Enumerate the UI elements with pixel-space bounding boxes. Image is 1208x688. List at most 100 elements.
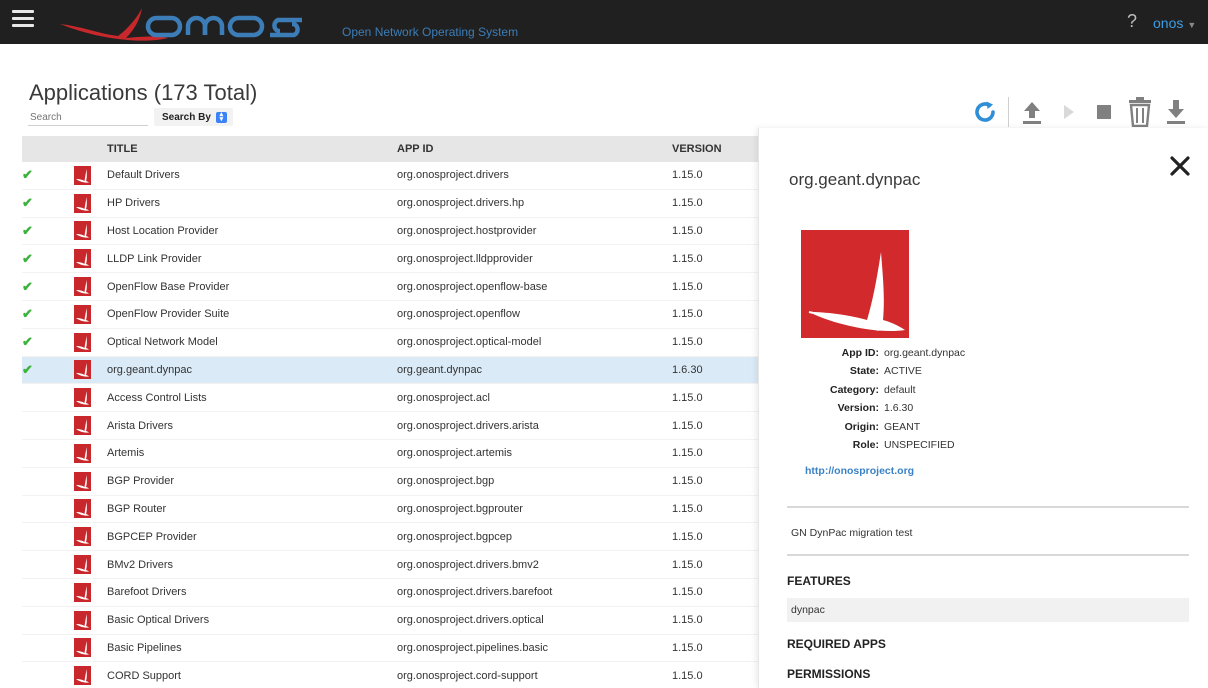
property-row: Role: UNSPECIFIED (789, 436, 965, 454)
chevron-down-icon: ▼ (1187, 20, 1197, 30)
status-cell (22, 550, 64, 579)
app-icon (74, 360, 91, 380)
onos-logo: Open Network Operating System (56, 0, 518, 44)
icon-cell (64, 439, 107, 468)
table-row[interactable]: ✔ OpenFlow Base Provider org.onosproject.o… (22, 272, 760, 301)
check-icon: ✔ (22, 278, 33, 294)
table-row[interactable]: ✔ Host Location Provider org.onosproject.h… (22, 217, 760, 246)
select-arrows-icon: ▴ ▾ (215, 111, 227, 123)
property-row: Version: 1.6.30 (789, 399, 965, 417)
property-value: GEANT (884, 420, 921, 433)
play-icon (1064, 105, 1074, 119)
app-id-cell: org.onosproject.bgp (397, 467, 672, 496)
table-row[interactable]: ✔ OpenFlow Provider Suite org.onosproject.… (22, 300, 760, 329)
status-cell (22, 439, 64, 468)
status-cell (22, 606, 64, 635)
table-row[interactable]: BGP Router org.onosproject.bgprouter 1.15.… (22, 495, 760, 524)
search-by-label: Search By (162, 111, 211, 123)
app-icon (74, 388, 91, 408)
header-app-id[interactable]: APP ID (397, 136, 672, 162)
table-row[interactable]: Arista Drivers org.onosproject.drivers.ar… (22, 411, 760, 440)
refresh-button[interactable] (967, 96, 1003, 128)
check-icon: ✔ (22, 167, 33, 183)
title-cell: Default Drivers (107, 162, 397, 190)
icon-cell (64, 328, 107, 357)
property-value: UNSPECIFIED (884, 439, 955, 452)
property-key: Role: (852, 439, 879, 452)
title-cell: Artemis (107, 439, 397, 468)
app-id-cell: org.onosproject.bgpcep (397, 522, 672, 552)
check-icon: ✔ (22, 306, 33, 322)
table-row[interactable]: ✔ LLDP Link Provider org.onosproject.lldpp… (22, 244, 760, 274)
app-icon (74, 555, 91, 575)
title-cell: LLDP Link Provider (107, 244, 397, 274)
app-url-link[interactable]: http://onosproject.org (805, 465, 914, 477)
table-row[interactable]: BMv2 Drivers org.onosproject.drivers.bmv2… (22, 550, 760, 579)
table-row[interactable]: BGPCEP Provider org.onosproject.bgpcep 1.1… (22, 522, 760, 552)
version-cell: 1.15.0 (672, 300, 760, 329)
icon-cell (64, 634, 107, 663)
header-status (22, 136, 64, 162)
header-title[interactable]: TITLE (107, 136, 397, 162)
table-row[interactable]: Basic Pipelines org.onosproject.pipelines… (22, 634, 760, 663)
icon-cell (64, 606, 107, 635)
header-version[interactable]: VERSION (672, 136, 760, 162)
table-row[interactable]: BGP Provider org.onosproject.bgp 1.15.0 (22, 467, 760, 496)
version-cell: 1.15.0 (672, 578, 760, 607)
divider (787, 554, 1189, 556)
status-cell: ✔ (22, 244, 64, 274)
version-cell: 1.15.0 (672, 189, 760, 218)
table-row[interactable]: Artemis org.onosproject.artemis 1.15.0 (22, 439, 760, 468)
table-row[interactable]: Basic Optical Drivers org.onosproject.dri… (22, 606, 760, 635)
deactivate-button[interactable] (1086, 96, 1122, 128)
hamburger-menu-icon[interactable] (12, 10, 34, 28)
table-row[interactable]: Barefoot Drivers org.onosproject.drivers.… (22, 578, 760, 607)
version-cell: 1.6.30 (672, 356, 760, 385)
status-cell (22, 661, 64, 688)
status-cell (22, 578, 64, 607)
search-by-select[interactable]: Search By ▴ ▾ (154, 108, 233, 126)
table-row[interactable]: ✔ Optical Network Model org.onosproject.op… (22, 328, 760, 357)
app-icon (74, 416, 91, 436)
status-cell (22, 522, 64, 552)
app-id-cell: org.onosproject.acl (397, 383, 672, 413)
property-row: App ID: org.geant.dynpac (789, 344, 965, 362)
table-row[interactable]: ✔ HP Drivers org.onosproject.drivers.hp 1.1… (22, 189, 760, 218)
property-value: 1.6.30 (884, 402, 914, 415)
user-menu[interactable]: onos ▼ (1153, 15, 1196, 31)
help-icon[interactable]: ? (1127, 11, 1137, 32)
icon-cell (64, 244, 107, 274)
status-cell (22, 383, 64, 413)
icon-cell (64, 661, 107, 688)
table-row[interactable]: ✔ Default Drivers org.onosproject.drivers 1… (22, 162, 760, 190)
version-cell: 1.15.0 (672, 272, 760, 301)
icon-cell (64, 300, 107, 329)
property-value: default (884, 383, 916, 396)
uninstall-button[interactable] (1122, 96, 1158, 128)
app-icon (74, 471, 91, 491)
close-button[interactable] (1169, 155, 1191, 177)
version-cell: 1.15.0 (672, 244, 760, 274)
status-cell: ✔ (22, 162, 64, 190)
table-row[interactable]: Access Control Lists org.onosproject.acl 1… (22, 383, 760, 413)
property-key: Version: (837, 402, 879, 415)
status-cell: ✔ (22, 189, 64, 218)
app-toolbar (967, 96, 1194, 128)
status-cell: ✔ (22, 356, 64, 385)
status-cell: ✔ (22, 328, 64, 357)
app-id-cell: org.onosproject.drivers.barefoot (397, 578, 672, 607)
download-button[interactable] (1158, 96, 1194, 128)
header-icon (64, 136, 107, 162)
icon-cell (64, 383, 107, 413)
search-input[interactable] (28, 109, 148, 126)
app-id-cell: org.onosproject.pipelines.basic (397, 634, 672, 663)
version-cell: 1.15.0 (672, 328, 760, 357)
upload-button[interactable] (1014, 96, 1050, 128)
icon-cell (64, 578, 107, 607)
divider (787, 506, 1189, 508)
icon-cell (64, 411, 107, 440)
activate-button[interactable] (1050, 96, 1086, 128)
table-row[interactable]: ✔ org.geant.dynpac org.geant.dynpac 1.6.30 (22, 356, 760, 385)
property-key: State: (849, 365, 879, 378)
table-row[interactable]: CORD Support org.onosproject.cord-support… (22, 661, 760, 688)
